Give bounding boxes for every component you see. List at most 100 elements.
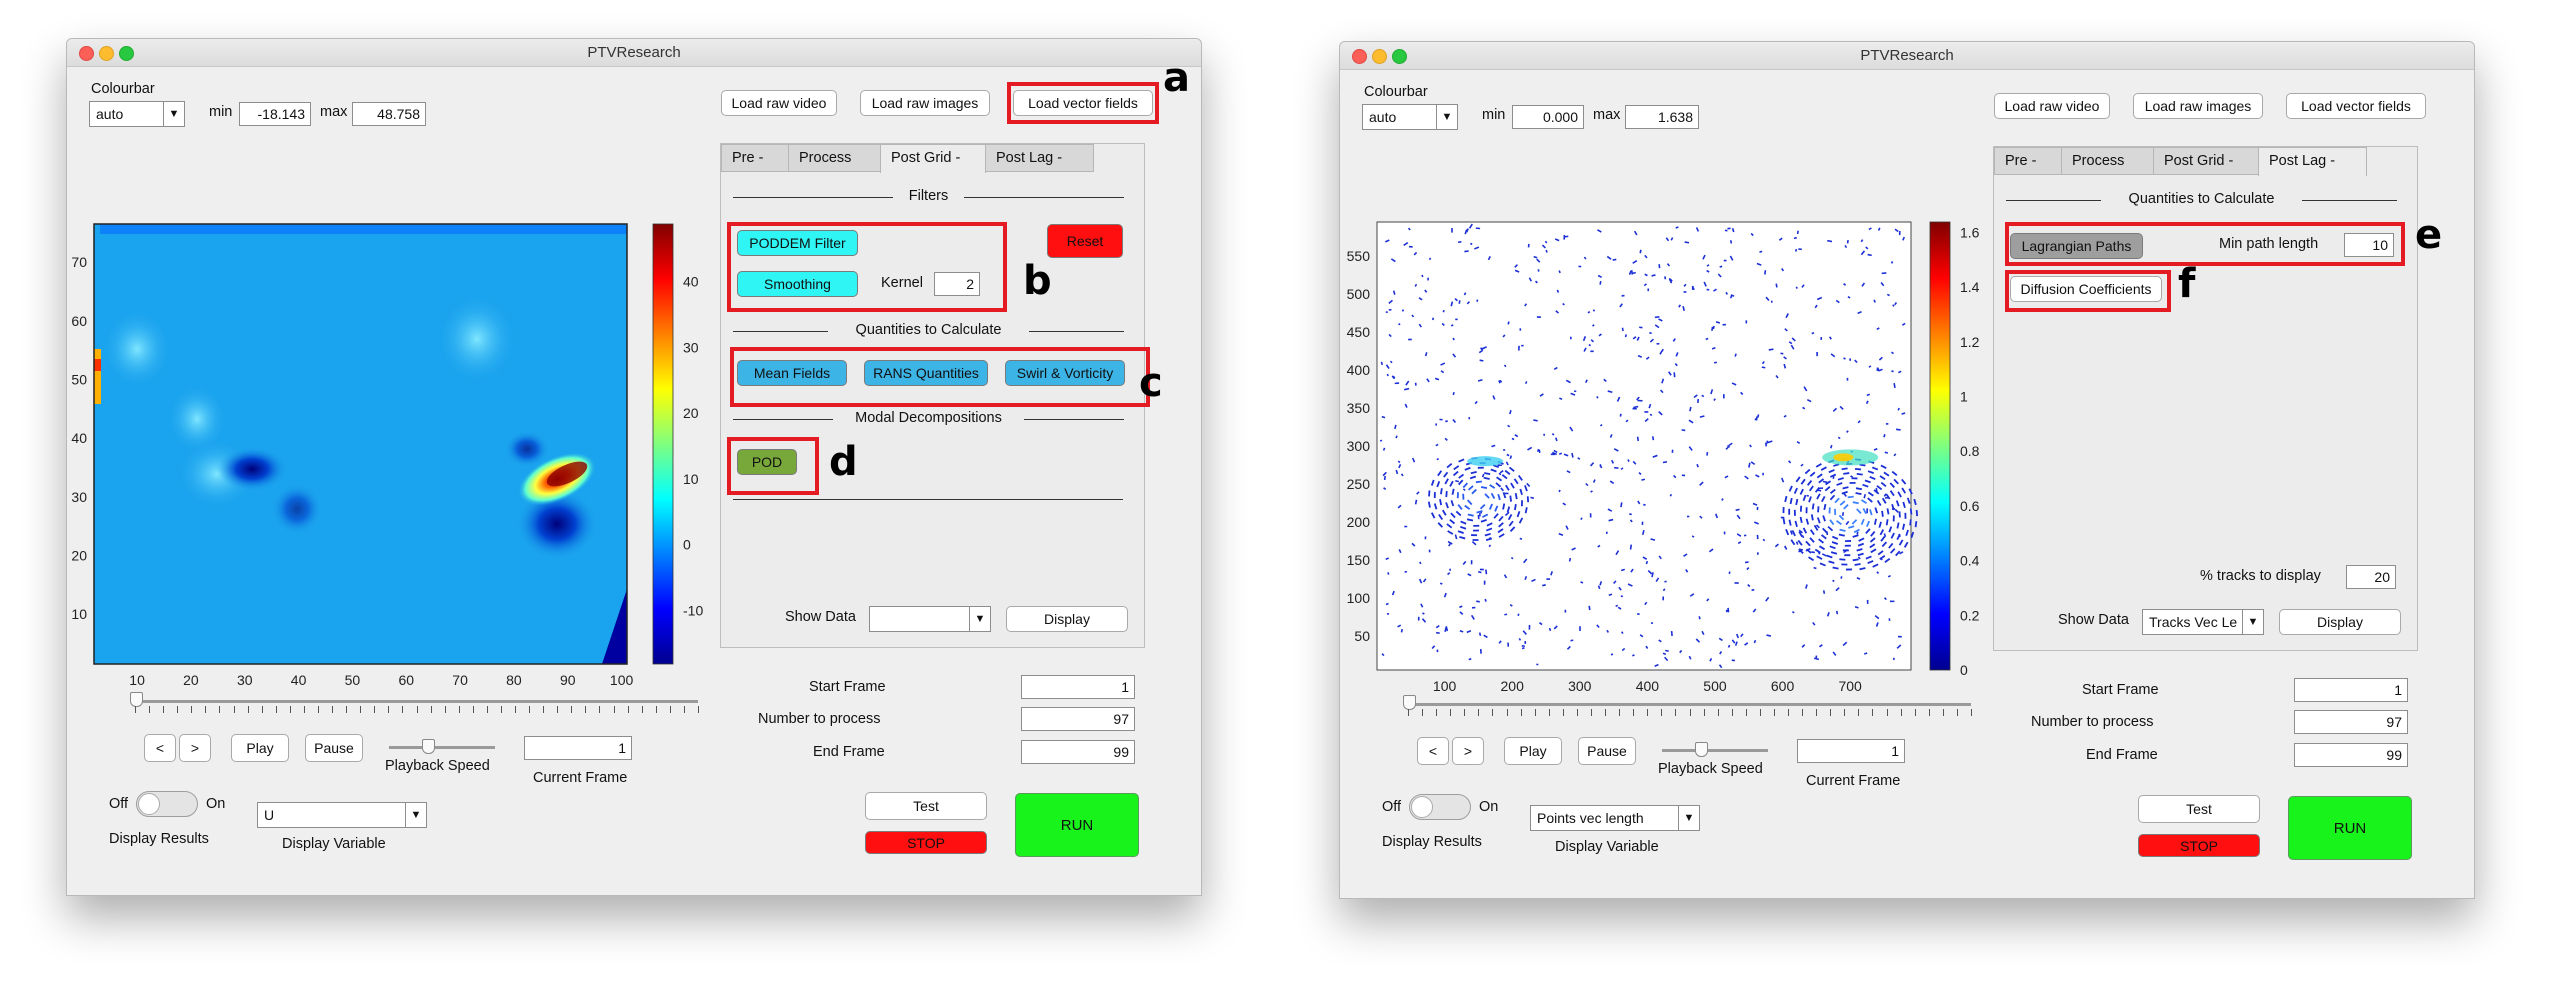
min-field[interactable]: 0.000 (1512, 105, 1584, 129)
particle-vector (1592, 309, 1596, 312)
particle-vector (1830, 444, 1833, 449)
vortex-vector (1502, 503, 1506, 510)
frame-slider[interactable] (1408, 703, 1971, 706)
playback-speed-thumb[interactable] (422, 739, 435, 754)
colorbar-tick-label: 0.8 (1960, 443, 1980, 459)
tab-pre[interactable]: Pre - (1994, 147, 2062, 175)
tab-post-lag[interactable]: Post Lag - (2258, 147, 2367, 176)
particle-vector (1883, 434, 1886, 438)
tab-process[interactable]: Process (788, 144, 881, 172)
next-frame-button[interactable]: > (179, 734, 211, 762)
minimize-window-icon[interactable] (99, 46, 114, 61)
slider-tick (571, 706, 573, 713)
max-field[interactable]: 48.758 (352, 102, 426, 126)
previous-frame-button[interactable]: < (144, 734, 176, 762)
particle-vector (1450, 324, 1454, 327)
run-button[interactable]: RUN (1015, 793, 1139, 857)
particle-vector (1588, 343, 1591, 347)
particle-vector (1620, 502, 1623, 508)
x-tick-label: 700 (1838, 678, 1862, 692)
number-to-process-field[interactable]: 97 (1021, 707, 1135, 731)
reset-button[interactable]: Reset (1047, 224, 1123, 258)
zoom-window-icon[interactable] (119, 46, 134, 61)
display-variable-select[interactable]: Points vec length ▼ (1530, 805, 1700, 831)
playback-speed-slider[interactable] (389, 746, 495, 749)
display-variable-select[interactable]: U ▼ (257, 802, 427, 828)
load-raw-video-button[interactable]: Load raw video (1994, 93, 2110, 119)
particle-vector (1762, 538, 1766, 542)
run-button[interactable]: RUN (2288, 796, 2412, 860)
particle-vector (1519, 537, 1523, 541)
test-button[interactable]: Test (865, 792, 987, 820)
x-tick-label: 100 (1433, 678, 1457, 692)
particle-vector (1448, 543, 1451, 547)
tracks-to-display-field[interactable]: 20 (2346, 565, 2396, 589)
min-field[interactable]: -18.143 (239, 102, 311, 126)
playback-speed-slider[interactable] (1662, 749, 1768, 752)
slider-tick (1745, 709, 1747, 716)
particle-vector (1530, 496, 1535, 500)
play-button[interactable]: Play (231, 734, 289, 762)
vortex-vector (1782, 518, 1786, 525)
display-button[interactable]: Display (2279, 609, 2401, 635)
slider-tick (1478, 709, 1480, 716)
load-vector-fields-button[interactable]: Load vector fields (2286, 93, 2426, 119)
particle-vector (1793, 236, 1797, 240)
zoom-window-icon[interactable] (1392, 49, 1407, 64)
particle-vector (1580, 581, 1584, 584)
load-raw-video-button[interactable]: Load raw video (721, 90, 837, 116)
load-raw-images-button[interactable]: Load raw images (860, 90, 990, 116)
y-tick-label: 10 (71, 606, 87, 622)
x-tick-label: 500 (1703, 678, 1727, 692)
load-raw-images-button[interactable]: Load raw images (2133, 93, 2263, 119)
start-frame-field[interactable]: 1 (1021, 675, 1135, 699)
play-button[interactable]: Play (1504, 737, 1562, 765)
tab-pre[interactable]: Pre - (721, 144, 789, 172)
colorbar-ticks: 40 30 20 10 0 -10 (683, 274, 703, 619)
vortex-vector (1913, 498, 1917, 506)
tab-process[interactable]: Process (2061, 147, 2154, 175)
particle-vector (1414, 283, 1418, 287)
tab-post-lag[interactable]: Post Lag - (985, 144, 1094, 172)
display-results-toggle[interactable] (136, 791, 198, 817)
colourbar-select[interactable]: auto ▼ (1362, 104, 1458, 130)
tab-post-grid[interactable]: Post Grid - (2153, 147, 2259, 175)
particle-vector (1444, 627, 1447, 632)
vortex-vector (1855, 487, 1863, 491)
max-field[interactable]: 1.638 (1625, 105, 1699, 129)
colourbar-select[interactable]: auto ▼ (89, 101, 185, 127)
test-button[interactable]: Test (2138, 795, 2260, 823)
display-button[interactable]: Display (1006, 606, 1128, 632)
frame-slider[interactable] (135, 700, 698, 703)
end-frame-field[interactable]: 99 (1021, 740, 1135, 764)
next-frame-button[interactable]: > (1452, 737, 1484, 765)
stop-button[interactable]: STOP (2138, 834, 2260, 857)
frame-slider-thumb[interactable] (1403, 695, 1416, 710)
display-results-toggle[interactable] (1409, 794, 1471, 820)
playback-speed-thumb[interactable] (1695, 742, 1708, 757)
y-tick-label: 60 (71, 313, 87, 329)
window-title: PTVResearch (1860, 47, 1954, 64)
number-to-process-field[interactable]: 97 (2294, 710, 2408, 734)
minimize-window-icon[interactable] (1372, 49, 1387, 64)
pause-button[interactable]: Pause (305, 734, 363, 762)
particle-vector (1382, 447, 1386, 451)
frame-slider-thumb[interactable] (130, 692, 143, 707)
particle-vector (1510, 556, 1514, 560)
show-data-select[interactable]: ▼ (869, 606, 991, 632)
current-frame-field[interactable]: 1 (1797, 739, 1905, 763)
tab-post-grid[interactable]: Post Grid - (880, 144, 986, 173)
end-frame-field[interactable]: 99 (2294, 743, 2408, 767)
start-frame-field[interactable]: 1 (2294, 678, 2408, 702)
particle-vector (1727, 607, 1730, 613)
previous-frame-button[interactable]: < (1417, 737, 1449, 765)
show-data-select[interactable]: Tracks Vec Le ▼ (2142, 609, 2264, 635)
colorbar-tick-label: 1.6 (1960, 224, 1980, 240)
x-tick-label: 90 (560, 672, 576, 688)
stop-button[interactable]: STOP (865, 831, 987, 854)
particle-vector (1846, 430, 1849, 433)
current-frame-field[interactable]: 1 (524, 736, 632, 760)
close-window-icon[interactable] (79, 46, 94, 61)
close-window-icon[interactable] (1352, 49, 1367, 64)
pause-button[interactable]: Pause (1578, 737, 1636, 765)
